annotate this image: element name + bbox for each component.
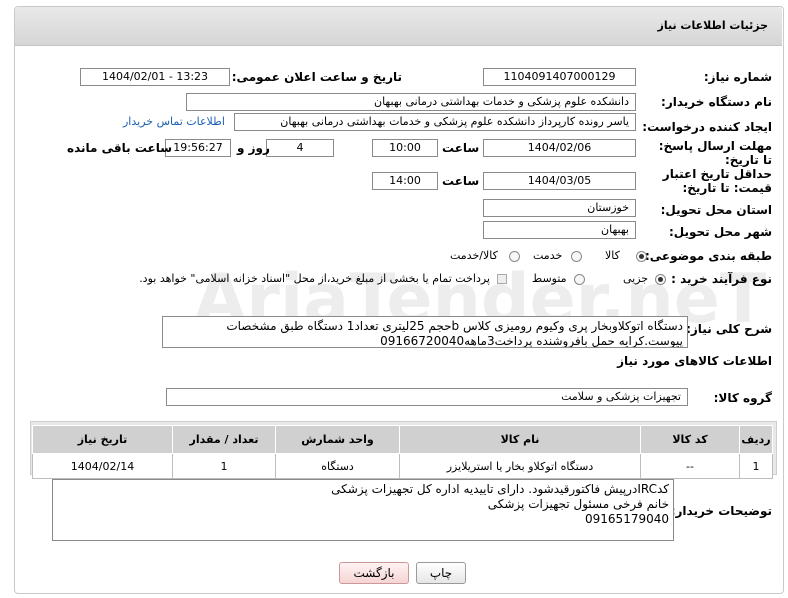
cell-code: --	[640, 453, 740, 479]
buyer-contact-link[interactable]: اطلاعات تماس خریدار	[123, 115, 225, 128]
summary-label: شرح کلی نیاز:	[686, 322, 772, 336]
process-label: نوع فرآیند خرید :	[671, 272, 772, 286]
goods-group-field: تجهیزات پزشکی و سلامت	[166, 388, 688, 406]
payment-note: پرداخت تمام یا بخشی از مبلغ خرید،از محل …	[139, 272, 490, 285]
price-date-field: 1404/03/05	[483, 172, 636, 190]
remaining-time-field: 19:56:27	[165, 139, 231, 157]
cell-unit: دستگاه	[275, 453, 400, 479]
days-count-field: 4	[266, 139, 334, 157]
cell-date: 1404/02/14	[32, 453, 173, 479]
buyer-org-field: دانشکده علوم پزشکی و خدمات بهداشتی درمان…	[186, 93, 636, 111]
category-radio-service[interactable]	[571, 251, 582, 262]
announce-field: 1404/02/01 - 13:23	[80, 68, 230, 86]
creator-field: یاسر رونده کارپرداز دانشکده علوم پزشکی و…	[234, 113, 636, 131]
cell-row: 1	[739, 453, 773, 479]
reply-time-field: 10:00	[372, 139, 438, 157]
province-field: خوزستان	[483, 199, 636, 217]
category-option-goods: کالا	[605, 249, 620, 262]
city-label: شهر محل تحویل:	[668, 225, 772, 239]
col-header-qty: تعداد / مقدار	[172, 425, 276, 454]
buyer-notes-textarea[interactable]: کدIRCدرپیش فاکتورقیدشود. دارای تاییدیه ا…	[52, 479, 674, 541]
category-option-both: کالا/خدمت	[450, 249, 498, 262]
price-time-field: 14:00	[372, 172, 438, 190]
header-bar: جزئیات اطلاعات نیاز	[15, 7, 782, 46]
col-header-row: ردیف	[739, 425, 773, 454]
process-radio-minor[interactable]	[655, 274, 666, 285]
price-time-label: ساعت	[442, 174, 480, 188]
process-radio-medium[interactable]	[574, 274, 585, 285]
announce-label: تاریخ و ساعت اعلان عمومی:	[231, 70, 402, 84]
reply-time-label: ساعت	[442, 141, 480, 155]
category-radio-goods[interactable]	[636, 251, 647, 262]
process-option-minor: جزیی	[623, 272, 649, 285]
items-table: ردیف کد کالا نام کالا واحد شمارش تعداد /…	[32, 425, 773, 479]
table-row: 1 -- دستگاه اتوکلاو بخار یا استریلایزر د…	[32, 453, 773, 479]
category-option-service: خدمت	[533, 249, 563, 262]
buyer-notes-line-3: 09165179040	[585, 512, 669, 526]
remaining-label: ساعت باقی مانده	[67, 141, 173, 155]
buyer-org-label: نام دستگاه خریدار:	[661, 95, 772, 109]
category-radio-both[interactable]	[509, 251, 520, 262]
treasury-checkbox[interactable]	[497, 274, 507, 284]
buyer-notes-label: توضیحات خریدار:	[670, 504, 772, 518]
cell-name: دستگاه اتوکلاو بخار یا استریلایزر	[399, 453, 641, 479]
reply-date-field: 1404/02/06	[483, 139, 636, 157]
days-label: روز و	[237, 141, 270, 155]
print-button[interactable]: چاپ	[416, 562, 466, 584]
cell-qty: 1	[172, 453, 276, 479]
province-label: استان محل تحویل:	[660, 203, 772, 217]
col-header-name: نام کالا	[399, 425, 641, 454]
col-header-unit: واحد شمارش	[275, 425, 400, 454]
reply-deadline-label: مهلت ارسال پاسخ: تا تاریخ:	[658, 139, 772, 167]
need-number-label: شماره نیاز:	[703, 70, 772, 84]
process-option-medium: متوسط	[532, 272, 567, 285]
col-header-code: کد کالا	[640, 425, 740, 454]
creator-label: ایجاد کننده درخواست:	[642, 120, 772, 134]
price-validity-label: حداقل تاریخ اعتبار قیمت: تا تاریخ:	[662, 167, 772, 195]
col-header-date: تاریخ نیاز	[32, 425, 173, 454]
buyer-notes-line-2: خانم فرخی مسئول تجهیزات پزشکی	[487, 497, 669, 511]
goods-group-label: گروه کالا:	[713, 391, 772, 405]
need-number-field: 1104091407000129	[483, 68, 636, 86]
page-title: جزئیات اطلاعات نیاز	[657, 19, 769, 32]
category-label: طبقه بندی موضوعی:	[644, 249, 772, 263]
buyer-notes-line-1: کدIRCدرپیش فاکتورقیدشود. دارای تاییدیه ا…	[331, 482, 669, 496]
summary-textarea[interactable]: دستگاه اتوکلاوبخار پری وکیوم رومیزی کلاس…	[162, 316, 688, 348]
back-button[interactable]: بازگشت	[339, 562, 409, 584]
goods-info-title: اطلاعات کالاهای مورد نیاز	[617, 354, 772, 368]
city-field: بهبهان	[483, 221, 636, 239]
